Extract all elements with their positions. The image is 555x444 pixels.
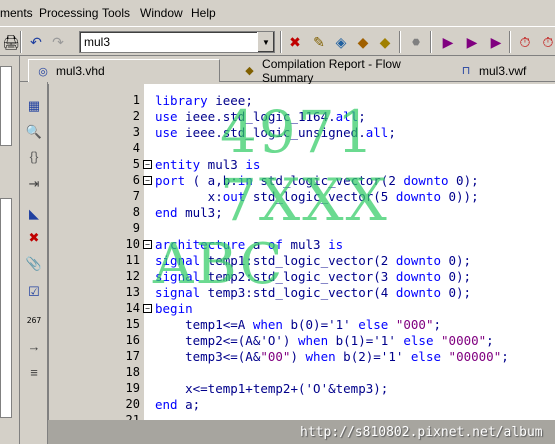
tab-label: mul3.vwf: [479, 63, 527, 78]
line-number: 11: [125, 253, 140, 267]
line-number: 20: [125, 397, 140, 411]
status-pane[interactable]: [0, 198, 12, 418]
code-line[interactable]: temp1<=A when b(0)='1' else "000";: [155, 317, 441, 332]
list-icon[interactable]: ≡: [23, 362, 45, 382]
report-icon: ◆: [245, 65, 254, 77]
line-number: 8: [132, 205, 140, 219]
tab-mul3-vwf[interactable]: ⊓ mul3.vwf: [452, 59, 555, 82]
bracket-icon[interactable]: {}: [23, 146, 45, 166]
code-line[interactable]: end a;: [155, 397, 200, 412]
start-analysis-icon[interactable]: ▶: [461, 31, 483, 53]
tab-label: mul3.vhd: [56, 64, 105, 78]
line-number: 17: [125, 349, 140, 363]
menu-tools[interactable]: Tools: [102, 6, 130, 20]
undo-icon[interactable]: ↶: [25, 31, 47, 53]
toolbar-separator: [280, 31, 282, 53]
clear-bookmark-icon[interactable]: ✖: [23, 228, 45, 248]
menu-help[interactable]: Help: [191, 6, 216, 20]
document-tabs: ◎ mul3.vhd ◆ Compilation Report - Flow S…: [20, 56, 555, 85]
code-line[interactable]: temp3<=(A&"00") when b(2)='1' else "0000…: [155, 349, 509, 364]
toolbar-separator: [20, 31, 22, 53]
toolbar-separator: [430, 31, 432, 53]
toolbar: 🖨 ↶ ↷ mul3 ▼ ✖ ✎ ◈ ◆ ◆ ⬣ ▶ ▶ ▶ ⏱ ⏱: [0, 26, 555, 56]
code-line[interactable]: temp2<=(A&'O') when b(1)='1' else "0000"…: [155, 333, 494, 348]
line-number: 14: [125, 301, 140, 315]
code-line[interactable]: x<=temp1+temp2+('O'&temp3);: [155, 381, 388, 396]
project-selector-value: mul3: [84, 35, 111, 49]
line-number: 9: [132, 221, 140, 235]
chip-planner-icon[interactable]: ✖: [284, 31, 306, 53]
line-number: 4: [132, 141, 140, 155]
line-number: 10: [125, 237, 140, 251]
settings-icon[interactable]: ◆: [374, 31, 396, 53]
line-number: 18: [125, 365, 140, 379]
navigator-pane[interactable]: [0, 66, 12, 146]
line-number: 6: [132, 173, 140, 187]
stop-icon[interactable]: ⬣: [405, 31, 427, 53]
insert-template-icon[interactable]: ▦: [23, 96, 45, 116]
project-navigator-edge: [0, 56, 20, 444]
toolbar-separator: [509, 31, 511, 53]
timing-analyzer-icon[interactable]: ⏱: [514, 31, 536, 53]
watermark-url: http://s810802.pixnet.net/album: [300, 425, 543, 440]
fold-toggle-icon[interactable]: −: [143, 160, 152, 169]
timer-icon[interactable]: ⏱: [537, 31, 555, 53]
line-number: 7: [132, 189, 140, 203]
menu-window[interactable]: Window: [140, 6, 183, 20]
code-line[interactable]: end mul3;: [155, 205, 223, 220]
watermark-text: ABC: [153, 232, 285, 297]
pin-planner-icon[interactable]: ◆: [352, 31, 374, 53]
line-number: 13: [125, 285, 140, 299]
toolbar-separator: [399, 31, 401, 53]
bookmark-icon[interactable]: ◣: [23, 204, 45, 224]
fold-toggle-icon[interactable]: −: [143, 304, 152, 313]
assignment-editor-icon[interactable]: ◈: [330, 31, 352, 53]
menu-assignments[interactable]: ments: [0, 6, 33, 20]
line-number: 3: [132, 125, 140, 139]
fold-toggle-icon[interactable]: −: [143, 240, 152, 249]
find-icon[interactable]: 🔍: [23, 122, 45, 142]
checklist-icon[interactable]: ☑: [23, 282, 45, 302]
tab-label: Compilation Report - Flow Summary: [262, 56, 401, 85]
vhdl-file-icon: ◎: [38, 65, 48, 78]
print-icon[interactable]: 🖨: [0, 31, 22, 53]
code-line[interactable]: begin: [155, 301, 193, 316]
menu-bar: ments Processing Tools Window Help: [0, 0, 555, 26]
line-number: 15: [125, 317, 140, 331]
project-selector[interactable]: mul3 ▼: [79, 31, 275, 53]
line-number: 1: [132, 93, 140, 107]
line-number: 5: [132, 157, 140, 171]
redo-icon[interactable]: ↷: [47, 31, 69, 53]
fold-toggle-icon[interactable]: −: [143, 176, 152, 185]
tab-mul3-vhd[interactable]: ◎ mul3.vhd: [28, 59, 220, 82]
line-number-icon[interactable]: 267: [23, 310, 45, 330]
line-number: 2: [132, 109, 140, 123]
tab-compilation-report[interactable]: ◆ Compilation Report - Flow Summary: [236, 56, 450, 85]
line-number: 16: [125, 333, 140, 347]
chevron-down-icon[interactable]: ▼: [257, 32, 274, 52]
watermark-code: 4971 7XXX: [220, 98, 389, 234]
goto-icon[interactable]: →: [23, 336, 45, 356]
start-simulation-icon[interactable]: ▶: [485, 31, 507, 53]
line-number: 12: [125, 269, 140, 283]
editor-tool-strip: ▦ 🔍 {} ⇥ ◣ ✖ 📎 ☑ 267 → ≡: [20, 56, 48, 444]
line-number: 19: [125, 381, 140, 395]
pencil-icon[interactable]: ✎: [308, 31, 330, 53]
indent-icon[interactable]: ⇥: [23, 174, 45, 194]
start-compilation-icon[interactable]: ▶: [437, 31, 459, 53]
waveform-icon: ⊓: [461, 65, 471, 77]
attach-icon[interactable]: 📎: [23, 254, 45, 274]
menu-processing[interactable]: Processing: [39, 6, 98, 20]
